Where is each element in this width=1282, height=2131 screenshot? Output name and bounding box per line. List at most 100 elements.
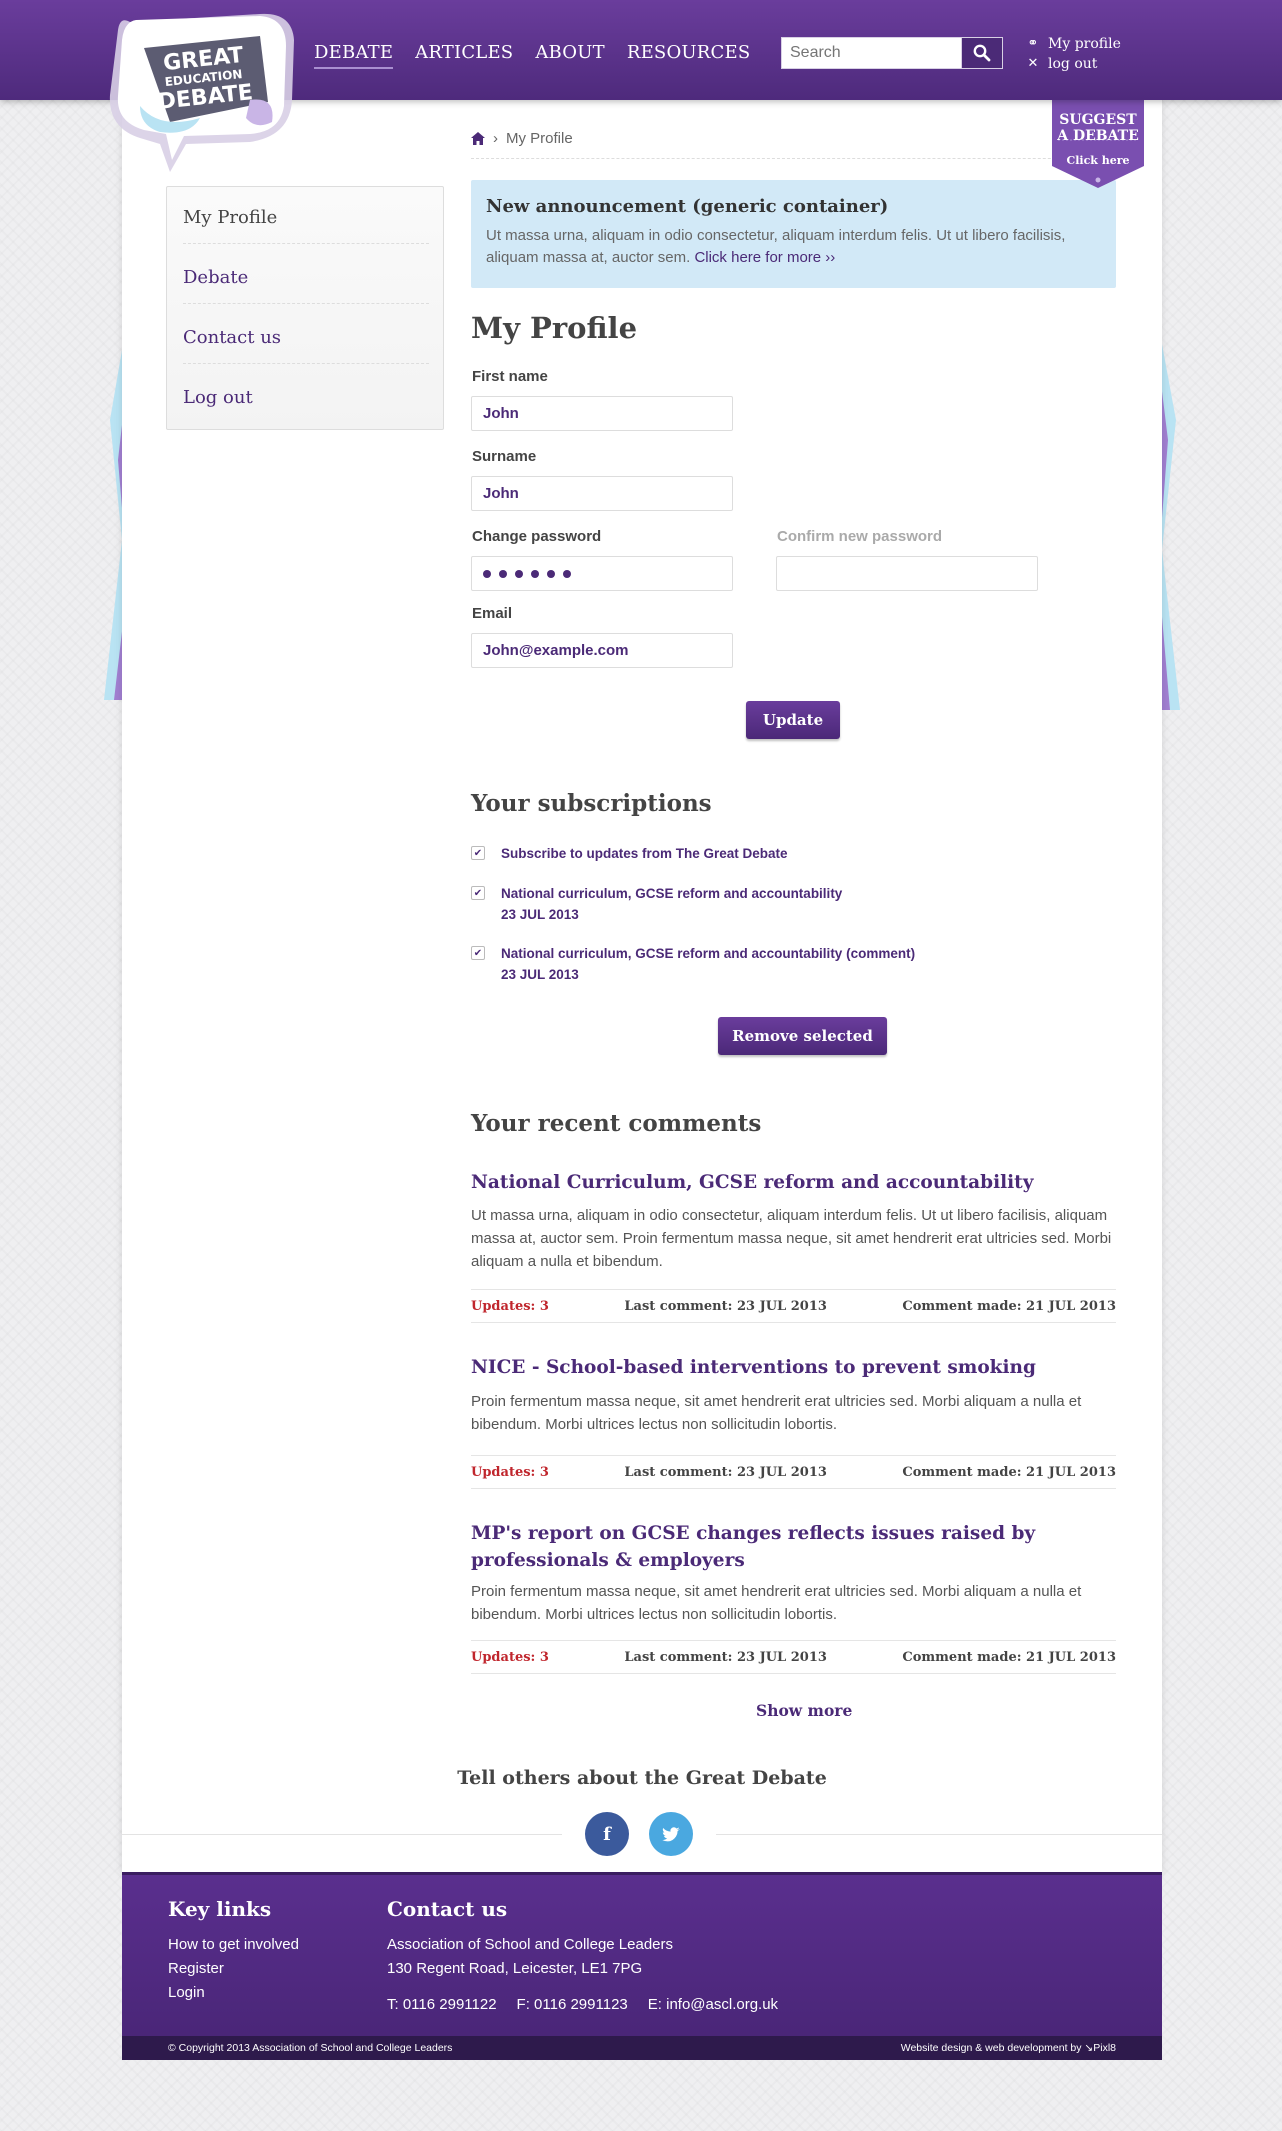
contact-fax: F: 0116 2991123 xyxy=(516,1996,628,2013)
my-profile-link[interactable]: ⚭ My profile xyxy=(1026,34,1121,54)
first-name-field[interactable] xyxy=(471,396,733,431)
subscription-checkbox[interactable]: ✔ xyxy=(471,886,485,900)
breadcrumb-separator: › xyxy=(493,130,498,147)
copyright-text: © Copyright 2013 Association of School a… xyxy=(168,2042,453,2054)
comment-title-link[interactable]: National Curriculum, GCSE reform and acc… xyxy=(471,1169,1116,1196)
suggest-debate-ribbon[interactable]: SUGGEST A DEBATE Click here xyxy=(1052,100,1144,188)
contact-email[interactable]: E: info@ascl.org.uk xyxy=(648,1993,778,2017)
suggest-title-line2: A DEBATE xyxy=(1057,128,1139,144)
change-password-label: Change password xyxy=(472,528,602,545)
share-title: Tell others about the Great Debate xyxy=(457,1767,827,1789)
footer-link-login[interactable]: Login xyxy=(168,1981,299,2005)
nav-articles[interactable]: ARTICLES xyxy=(415,42,513,69)
last-comment-date: Last comment: 23 JUL 2013 xyxy=(624,1464,827,1480)
contact-address: Association of School and College Leader… xyxy=(387,1933,673,1981)
confirm-password-field[interactable] xyxy=(776,556,1038,591)
subscription-label: Subscribe to updates from The Great Deba… xyxy=(501,846,788,861)
comment-made-date: Comment made: 21 JUL 2013 xyxy=(902,1649,1116,1665)
search-icon xyxy=(973,44,991,62)
comment-body: Proin fermentum massa neque, sit amet he… xyxy=(471,1583,1082,1623)
logout-label: log out xyxy=(1048,56,1098,72)
suggest-title: SUGGEST A DEBATE xyxy=(1052,100,1144,144)
comment-made-date: Comment made: 21 JUL 2013 xyxy=(902,1298,1116,1314)
footer-bottom-bar: © Copyright 2013 Association of School a… xyxy=(122,2036,1162,2060)
contact-numbers: T: 0116 2991122 F: 0116 2991123 E: info@… xyxy=(387,1993,778,2017)
announcement-text: Ut massa urna, aliquam in odio consectet… xyxy=(486,225,1101,269)
nav-debate[interactable]: DEBATE xyxy=(314,42,394,69)
update-button[interactable]: Update xyxy=(746,701,840,739)
comment-meta: Updates: 3 Last comment: 23 JUL 2013 Com… xyxy=(471,1455,1116,1489)
search-input[interactable] xyxy=(781,37,961,69)
breadcrumb: › My Profile xyxy=(471,130,573,147)
comment-made-date: Comment made: 21 JUL 2013 xyxy=(902,1464,1116,1480)
subscription-text: National curriculum, GCSE reform and acc… xyxy=(501,883,842,925)
divider xyxy=(471,158,1116,159)
last-comment-date: Last comment: 23 JUL 2013 xyxy=(624,1298,827,1314)
page-title: My Profile xyxy=(471,311,638,345)
surname-field[interactable] xyxy=(471,476,733,511)
search-button[interactable] xyxy=(961,37,1003,69)
change-password-field[interactable] xyxy=(471,556,733,591)
announcement-box: New announcement (generic container) Ut … xyxy=(471,180,1116,288)
divider xyxy=(183,363,429,364)
confirm-password-label: Confirm new password xyxy=(777,528,943,545)
comment-title-link[interactable]: MP's report on GCSE changes reflects iss… xyxy=(471,1520,1116,1574)
sidebar-item-my-profile[interactable]: My Profile xyxy=(183,187,429,247)
my-profile-label: My profile xyxy=(1048,36,1121,52)
show-more-link[interactable]: Show more xyxy=(756,1701,852,1720)
comment-meta: Updates: 3 Last comment: 23 JUL 2013 Com… xyxy=(471,1289,1116,1323)
footer-link-get-involved[interactable]: How to get involved xyxy=(168,1933,299,1957)
sidebar-item-contact-us[interactable]: Contact us xyxy=(183,307,429,367)
credit-label: Website design & web development by xyxy=(900,2042,1082,2054)
remove-selected-button[interactable]: Remove selected xyxy=(718,1017,887,1055)
divider xyxy=(122,1834,562,1835)
home-icon[interactable] xyxy=(471,132,485,145)
main-nav: DEBATE ARTICLES ABOUT RESOURCES xyxy=(314,42,750,69)
great-education-debate-logo[interactable]: GREAT EDUCATION DEBATE xyxy=(100,10,300,175)
footer: Key links How to get involved Register L… xyxy=(122,1872,1162,2036)
comment-title-link[interactable]: NICE - School-based interventions to pre… xyxy=(471,1354,1116,1381)
facebook-icon[interactable]: f xyxy=(585,1812,629,1856)
facebook-glyph: f xyxy=(603,1823,611,1845)
profile-sidebar: My Profile Debate Contact us Log out xyxy=(166,186,444,430)
announcement-link[interactable]: Click here for more ›› xyxy=(694,249,835,266)
sidebar-item-debate[interactable]: Debate xyxy=(183,247,429,307)
subscription-item: ✔ National curriculum, GCSE reform and a… xyxy=(471,883,842,925)
profile-icon: ⚭ xyxy=(1027,36,1039,51)
divider xyxy=(183,303,429,304)
subscription-checkbox[interactable]: ✔ xyxy=(471,846,485,860)
password-mask xyxy=(483,557,721,590)
credit-brand-link[interactable]: Pixl8 xyxy=(1093,2042,1116,2054)
twitter-icon[interactable] xyxy=(649,1812,693,1856)
subscription-date: 23 JUL 2013 xyxy=(501,967,579,982)
logout-link[interactable]: ✕ log out xyxy=(1026,54,1121,74)
subscription-text: National curriculum, GCSE reform and acc… xyxy=(501,943,915,985)
email-label: Email xyxy=(472,605,513,622)
user-links: ⚭ My profile ✕ log out xyxy=(1026,34,1121,74)
nav-resources[interactable]: RESOURCES xyxy=(627,42,751,69)
subscription-date: 23 JUL 2013 xyxy=(501,907,579,922)
subscription-item: ✔ National curriculum, GCSE reform and a… xyxy=(471,943,915,985)
updates-count[interactable]: Updates: 3 xyxy=(471,1465,549,1480)
announcement-title: New announcement (generic container) xyxy=(486,196,889,217)
comment-meta: Updates: 3 Last comment: 23 JUL 2013 Com… xyxy=(471,1640,1116,1674)
updates-count[interactable]: Updates: 3 xyxy=(471,1299,549,1314)
twitter-bird-icon xyxy=(662,1826,680,1841)
key-links-title: Key links xyxy=(168,1897,272,1921)
contact-address-line: 130 Regent Road, Leicester, LE1 7PG xyxy=(387,1960,643,1977)
suggest-title-line1: SUGGEST xyxy=(1059,112,1137,128)
pixl8-icon: ↘ xyxy=(1084,2042,1094,2054)
sidebar-item-log-out[interactable]: Log out xyxy=(183,367,429,427)
first-name-label: First name xyxy=(472,368,548,385)
subscription-checkbox[interactable]: ✔ xyxy=(471,946,485,960)
breadcrumb-current: My Profile xyxy=(506,130,573,147)
divider xyxy=(183,243,429,244)
subscription-label: National curriculum, GCSE reform and acc… xyxy=(501,946,916,961)
contact-title: Contact us xyxy=(387,1897,508,1921)
email-field[interactable] xyxy=(471,633,733,668)
updates-count[interactable]: Updates: 3 xyxy=(471,1650,549,1665)
contact-org: Association of School and College Leader… xyxy=(387,1936,674,1953)
nav-about[interactable]: ABOUT xyxy=(535,42,605,69)
footer-link-register[interactable]: Register xyxy=(168,1957,299,1981)
subscription-item: ✔ Subscribe to updates from The Great De… xyxy=(471,843,788,864)
